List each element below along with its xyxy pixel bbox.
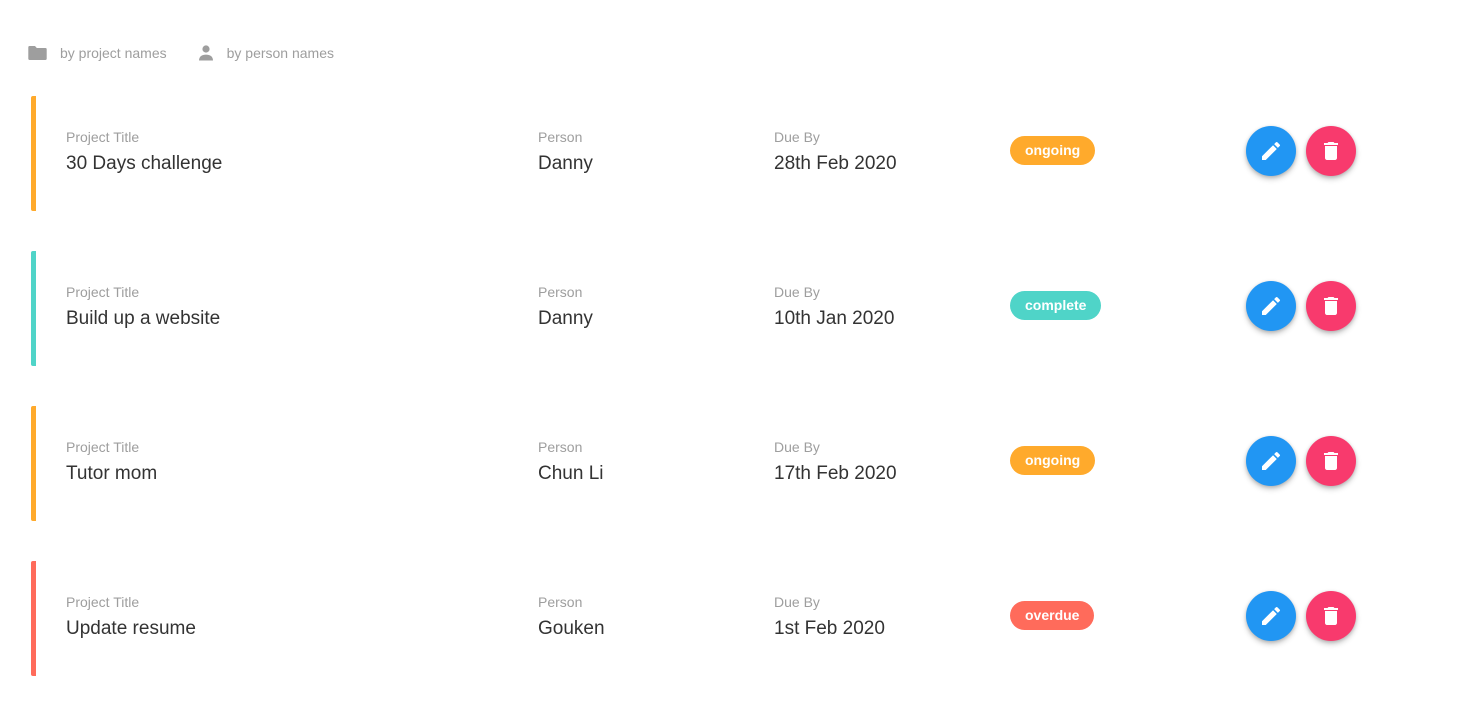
delete-button[interactable]: [1306, 436, 1356, 486]
project-title-value: Build up a website: [66, 308, 221, 329]
person-label: Person: [538, 594, 583, 610]
due-date-cell: Due By 17th Feb 2020: [774, 438, 897, 486]
person-value: Chun Li: [538, 463, 604, 484]
project-title-label: Project Title: [66, 129, 140, 145]
person-value: Danny: [538, 153, 593, 174]
pencil-icon: [1259, 449, 1283, 473]
delete-button[interactable]: [1306, 281, 1356, 331]
delete-button[interactable]: [1306, 126, 1356, 176]
project-row: Project Title Update resume Person Gouke…: [31, 561, 1371, 676]
sort-by-person-button[interactable]: by person names: [197, 45, 334, 61]
sort-by-project-button[interactable]: by project names: [28, 45, 167, 61]
due-date-label: Due By: [774, 594, 820, 610]
trash-icon: [1319, 604, 1343, 628]
due-date-value: 1st Feb 2020: [774, 618, 885, 639]
project-title-cell: Project Title Build up a website: [66, 283, 220, 331]
sort-by-person-label: by person names: [226, 45, 335, 61]
project-row: Project Title Tutor mom Person Chun Li D…: [31, 406, 1371, 521]
pencil-icon: [1259, 294, 1283, 318]
sort-toolbar: by project names by person names: [28, 42, 364, 64]
due-date-cell: Due By 1st Feb 2020: [774, 593, 885, 641]
due-date-cell: Due By 10th Jan 2020: [774, 283, 894, 331]
delete-button[interactable]: [1306, 591, 1356, 641]
edit-button[interactable]: [1246, 281, 1296, 331]
pencil-icon: [1259, 604, 1283, 628]
person-value: Gouken: [538, 618, 605, 639]
trash-icon: [1319, 449, 1343, 473]
pencil-icon: [1259, 139, 1283, 163]
project-title-cell: Project Title Update resume: [66, 593, 196, 641]
trash-icon: [1319, 139, 1343, 163]
due-date-value: 17th Feb 2020: [774, 463, 897, 484]
person-label: Person: [538, 284, 583, 300]
person-cell: Person Danny: [538, 283, 593, 331]
project-title-label: Project Title: [66, 284, 140, 300]
due-date-label: Due By: [774, 439, 820, 455]
due-date-label: Due By: [774, 284, 820, 300]
project-title-value: Update resume: [66, 618, 196, 639]
status-badge: complete: [1010, 291, 1102, 320]
status-badge: ongoing: [1010, 136, 1096, 165]
project-title-label: Project Title: [66, 594, 140, 610]
project-title-cell: Project Title 30 Days challenge: [66, 128, 222, 176]
folder-icon: [28, 45, 60, 61]
person-label: Person: [538, 129, 583, 145]
project-row: Project Title Build up a website Person …: [31, 251, 1371, 366]
person-cell: Person Gouken: [538, 593, 605, 641]
person-label: Person: [538, 439, 583, 455]
project-title-cell: Project Title Tutor mom: [66, 438, 157, 486]
project-row: Project Title 30 Days challenge Person D…: [31, 96, 1371, 211]
person-value: Danny: [538, 308, 593, 329]
due-date-value: 10th Jan 2020: [774, 308, 895, 329]
project-title-value: 30 Days challenge: [66, 153, 223, 174]
due-date-value: 28th Feb 2020: [774, 153, 897, 174]
due-date-label: Due By: [774, 129, 820, 145]
edit-button[interactable]: [1246, 591, 1296, 641]
person-cell: Person Danny: [538, 128, 593, 176]
project-title-label: Project Title: [66, 439, 140, 455]
edit-button[interactable]: [1246, 436, 1296, 486]
person-cell: Person Chun Li: [538, 438, 604, 486]
project-title-value: Tutor mom: [66, 463, 158, 484]
project-list: Project Title 30 Days challenge Person D…: [31, 96, 1371, 716]
trash-icon: [1319, 294, 1343, 318]
due-date-cell: Due By 28th Feb 2020: [774, 128, 897, 176]
person-icon: [197, 45, 227, 61]
edit-button[interactable]: [1246, 126, 1296, 176]
status-badge: ongoing: [1010, 446, 1096, 475]
status-badge: overdue: [1010, 601, 1095, 630]
sort-by-project-label: by project names: [60, 45, 167, 61]
